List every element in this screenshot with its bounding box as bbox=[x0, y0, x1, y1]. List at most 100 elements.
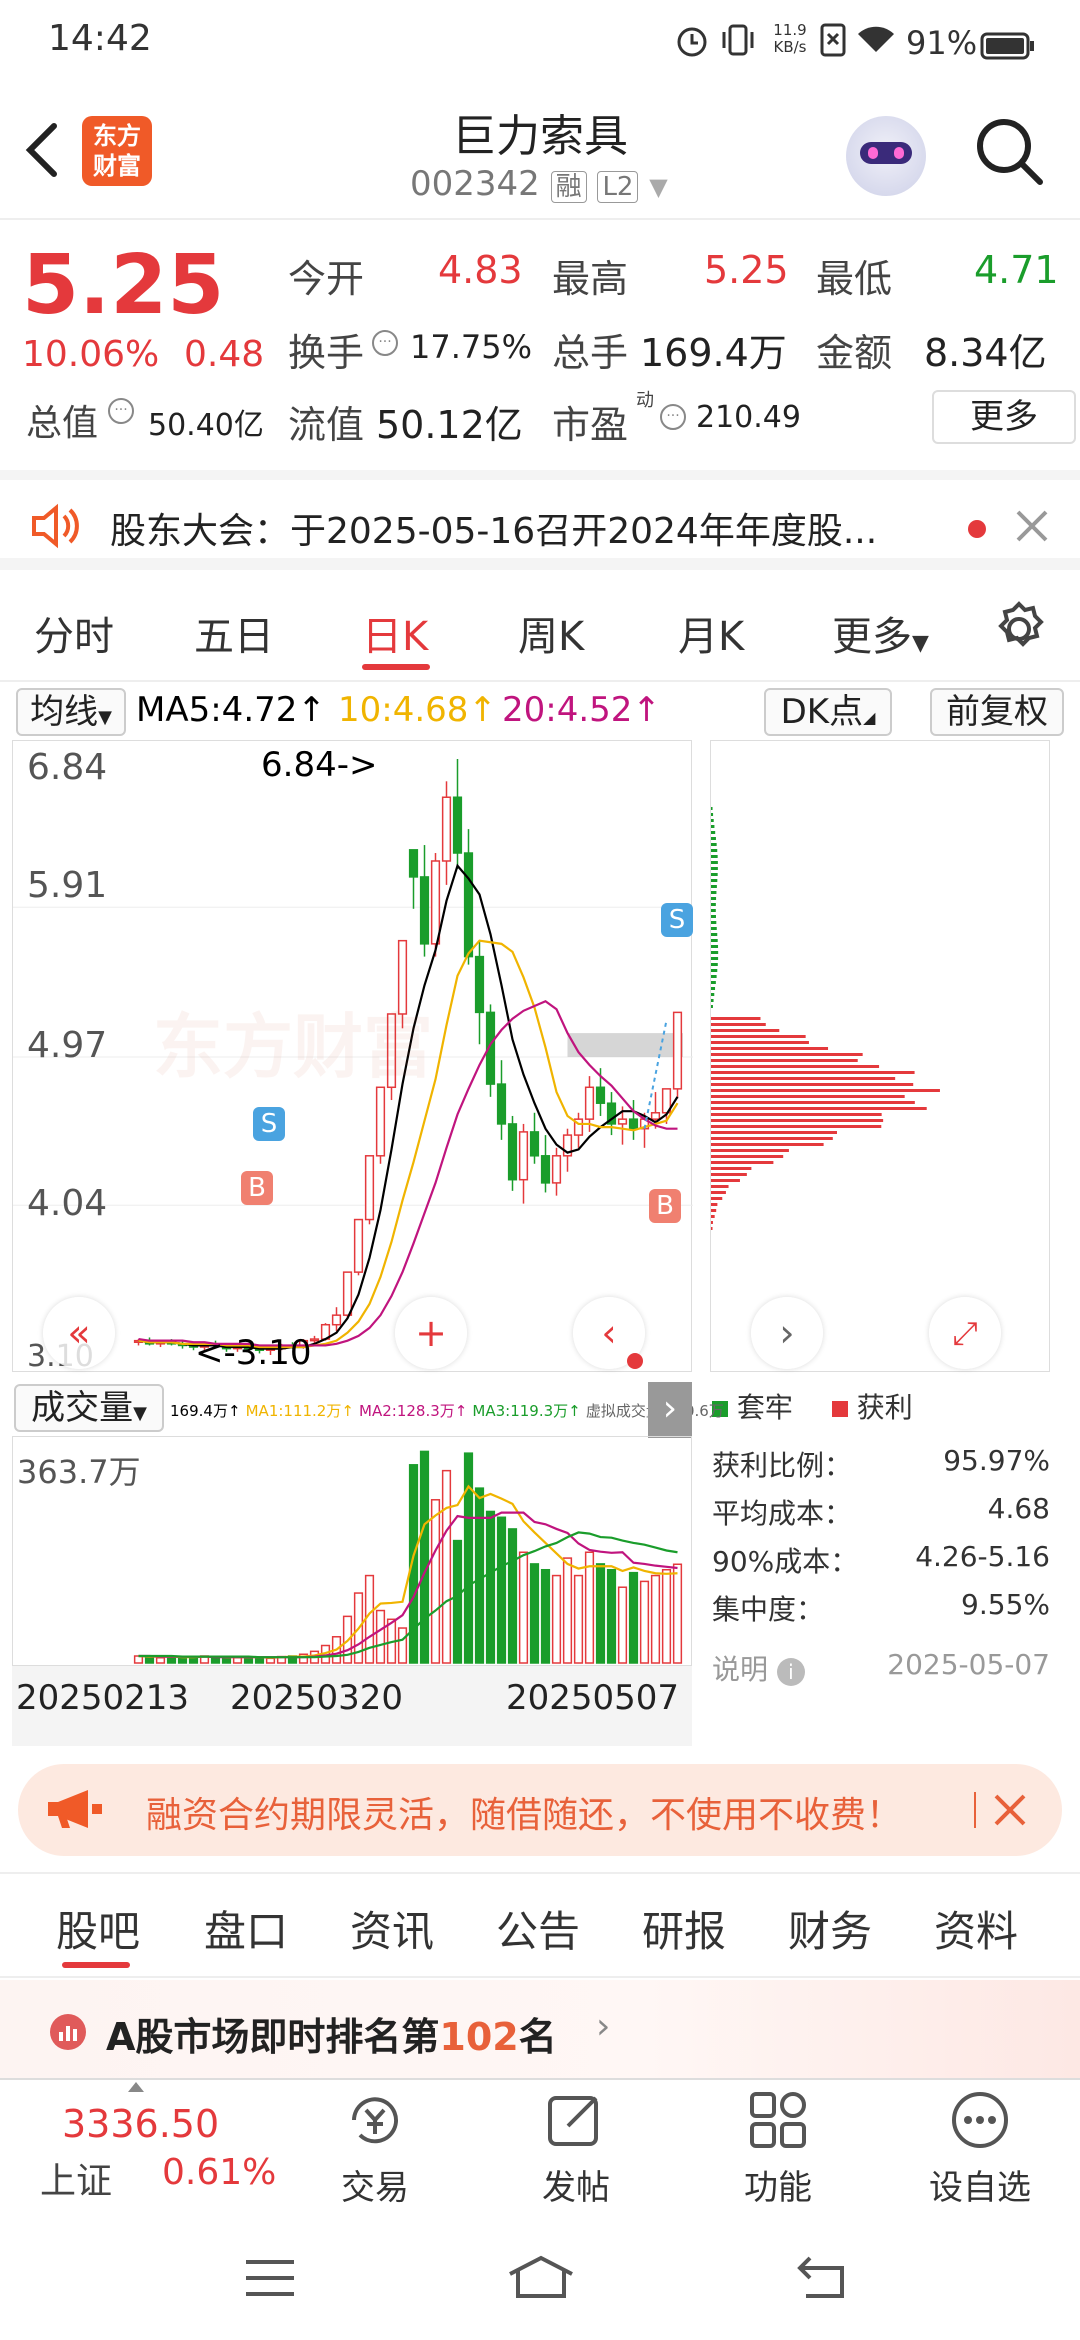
candle bbox=[331, 1314, 342, 1326]
back-nav-icon[interactable] bbox=[796, 2256, 852, 2304]
chip-bar bbox=[711, 1023, 766, 1026]
stock-code-row[interactable]: 002342 融 L2 ▼ bbox=[410, 164, 668, 204]
info-dots-icon[interactable]: ··· bbox=[372, 330, 398, 356]
chip-bar bbox=[711, 849, 718, 852]
tab-more[interactable]: 更多▼ bbox=[832, 604, 929, 662]
chip-date: 2025-05-07 bbox=[887, 1648, 1050, 1681]
menu-icon[interactable] bbox=[244, 2258, 296, 2302]
trade-yen-icon[interactable] bbox=[344, 2092, 406, 2152]
volume-bar bbox=[628, 1571, 639, 1664]
adjust-button[interactable]: 前复权 bbox=[930, 688, 1064, 736]
tab-guba[interactable]: 股吧 bbox=[56, 1898, 140, 1959]
chip-bar bbox=[711, 891, 717, 894]
next-icon[interactable]: › bbox=[751, 1297, 823, 1369]
nav-post[interactable]: 发帖 bbox=[506, 2160, 646, 2209]
expand-side-icon[interactable]: › bbox=[648, 1382, 692, 1438]
back-icon[interactable] bbox=[22, 120, 62, 184]
date-axis: 20250213 20250320 20250507 bbox=[12, 1666, 692, 1746]
sell-signal[interactable]: S bbox=[661, 903, 693, 937]
volume-bar bbox=[661, 1568, 672, 1664]
expand-icon[interactable]: ⤢ bbox=[929, 1297, 1001, 1369]
info-dots-icon[interactable]: ··· bbox=[660, 404, 686, 430]
ma-selector[interactable]: 均线▼ bbox=[16, 688, 126, 736]
chip-bar bbox=[711, 837, 716, 840]
close-icon[interactable] bbox=[1014, 508, 1050, 548]
amount-label: 金额 bbox=[816, 331, 893, 375]
tab-news[interactable]: 资讯 bbox=[350, 1898, 434, 1959]
chip-bar bbox=[711, 987, 716, 990]
volume-selector[interactable]: 成交量▼ bbox=[14, 1384, 164, 1432]
buy-signal[interactable]: B bbox=[649, 1189, 681, 1223]
scroll-left-icon[interactable]: « bbox=[43, 1297, 115, 1369]
vol-ma3: MA3:119.3万↑ bbox=[472, 1402, 581, 1420]
volume-bar bbox=[551, 1574, 562, 1664]
index-value[interactable]: 3336.50 bbox=[62, 2102, 219, 2146]
volume-bar bbox=[540, 1568, 551, 1664]
volume-bar bbox=[595, 1563, 606, 1664]
gear-icon[interactable] bbox=[990, 600, 1048, 662]
candle bbox=[496, 1083, 507, 1125]
chip-bar bbox=[711, 1143, 824, 1146]
notice-bar[interactable]: 股东大会：于2025-05-16召开2024年年度股... bbox=[0, 470, 1080, 570]
buy-signal[interactable]: B bbox=[241, 1171, 273, 1205]
nav-trade[interactable]: 交易 bbox=[305, 2160, 445, 2209]
tab-pankou[interactable]: 盘口 bbox=[204, 1898, 288, 1959]
chip-bar bbox=[711, 945, 719, 948]
close-icon[interactable] bbox=[992, 1792, 1028, 1832]
tab-finance[interactable]: 财务 bbox=[788, 1898, 872, 1959]
promo-banner[interactable]: 融资合约期限灵活，随借随还，不使用不收费！ bbox=[18, 1764, 1062, 1856]
kline-chart[interactable]: 6.84 5.91 4.97 4.04 3.10 6.84-> <-3.10 东… bbox=[12, 740, 693, 1374]
sell-signal[interactable]: S bbox=[253, 1107, 285, 1141]
tab-research[interactable]: 研报 bbox=[642, 1898, 726, 1959]
index-name[interactable]: 上证 bbox=[40, 2152, 112, 2204]
amount-value: 8.34亿 bbox=[924, 331, 1047, 375]
chip-bar bbox=[711, 1029, 780, 1032]
more-dots-icon[interactable] bbox=[950, 2090, 1010, 2154]
ma5-line bbox=[138, 863, 679, 1350]
compose-icon[interactable] bbox=[546, 2090, 606, 2154]
volume-bar bbox=[529, 1563, 540, 1664]
chip-bar bbox=[711, 825, 715, 828]
tab-profile[interactable]: 资料 bbox=[934, 1898, 1018, 1959]
volume-label: 总手 bbox=[552, 331, 629, 375]
chip-bar bbox=[711, 1053, 863, 1056]
info-dots-icon[interactable]: ··· bbox=[108, 398, 134, 424]
chip-bar bbox=[711, 903, 716, 906]
tab-daily-k[interactable]: 日K bbox=[362, 604, 428, 662]
chip-bar bbox=[711, 867, 718, 870]
stock-header: 东方 财富 巨力索具 002342 融 L2 ▼ bbox=[0, 80, 1080, 220]
tab-announcements[interactable]: 公告 bbox=[496, 1898, 580, 1959]
chip-note[interactable]: 说明 i bbox=[712, 1648, 805, 1688]
nav-add-watchlist[interactable]: 设自选 bbox=[910, 2160, 1050, 2209]
tab-weekly-k[interactable]: 周K bbox=[518, 604, 584, 662]
change-abs: 0.48 bbox=[184, 334, 265, 375]
volume-bar bbox=[254, 1657, 265, 1664]
tab-5day[interactable]: 五日 bbox=[194, 604, 274, 662]
chip-bar bbox=[711, 1059, 858, 1062]
high-value: 5.25 bbox=[704, 248, 789, 292]
volume-bar bbox=[188, 1657, 199, 1664]
volume-chart[interactable]: 363.7万 bbox=[12, 1436, 692, 1666]
rank-banner[interactable]: A股市场即时排名第102名 › bbox=[0, 1980, 1080, 2080]
chip-bar bbox=[711, 1077, 896, 1080]
stat-label: 获利比例： bbox=[712, 1449, 853, 1482]
home-icon[interactable] bbox=[506, 2254, 576, 2304]
index-change[interactable]: 0.61% bbox=[162, 2152, 276, 2193]
dk-point-button[interactable]: DK点◢ bbox=[764, 688, 892, 736]
chip-svg bbox=[711, 807, 940, 1230]
stock-name[interactable]: 巨力索具 bbox=[340, 100, 740, 164]
assistant-avatar[interactable] bbox=[846, 116, 926, 196]
more-button[interactable]: 更多 bbox=[932, 390, 1076, 444]
nav-functions[interactable]: 功能 bbox=[708, 2160, 848, 2209]
stat-label: 平均成本： bbox=[712, 1497, 853, 1530]
price-label-4: 4.04 bbox=[27, 1183, 108, 1224]
chip-bar bbox=[711, 831, 716, 834]
tab-monthly-k[interactable]: 月K bbox=[678, 604, 744, 662]
chip-distribution[interactable]: › ⤢ bbox=[710, 740, 1050, 1372]
app-logo[interactable]: 东方 财富 bbox=[82, 116, 152, 186]
search-icon[interactable] bbox=[972, 114, 1048, 194]
zoom-in-icon[interactable]: + bbox=[395, 1297, 467, 1369]
stat-value: 9.55% bbox=[961, 1588, 1050, 1621]
tab-intraday[interactable]: 分时 bbox=[34, 604, 114, 662]
grid-icon[interactable] bbox=[748, 2090, 808, 2154]
